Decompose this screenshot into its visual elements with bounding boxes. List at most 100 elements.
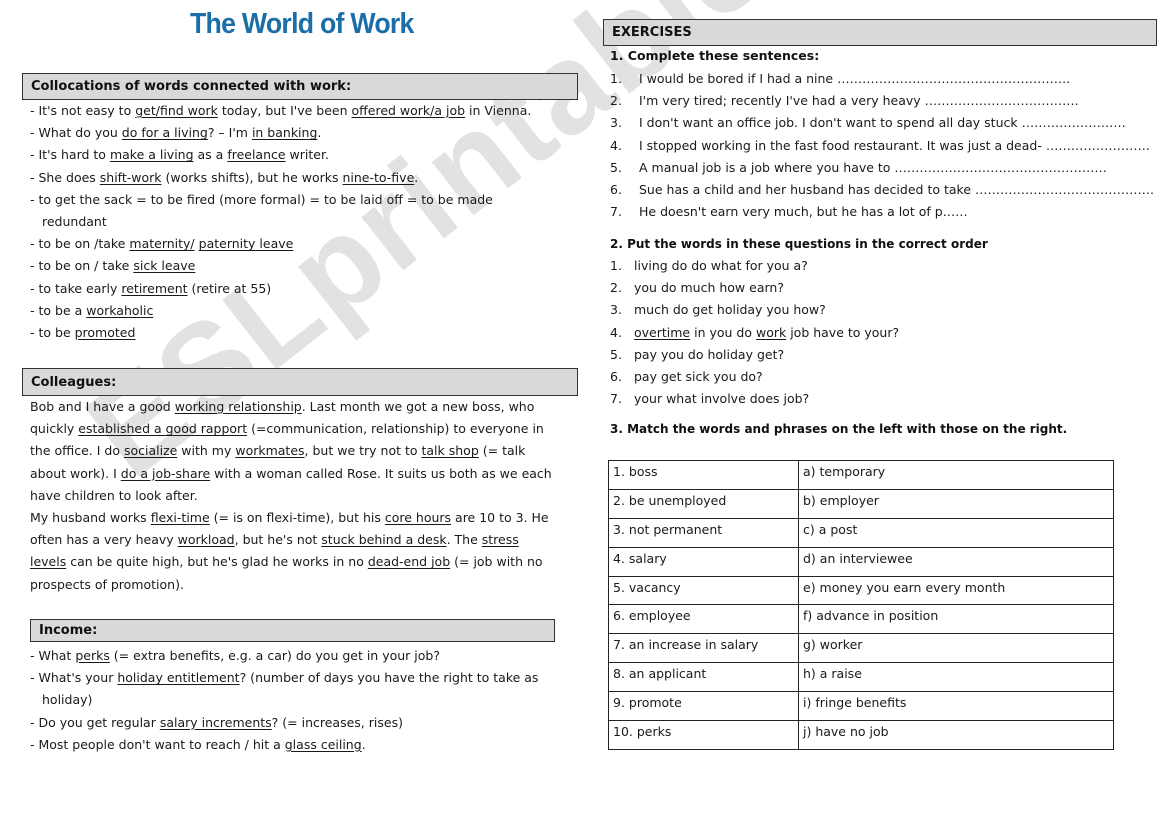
item-number: 3. (610, 302, 622, 318)
sentence-text: A manual job is a job where you have to … (639, 159, 1107, 175)
key-term: workaholic (86, 302, 154, 318)
text-segment: - to be on / take (30, 258, 134, 274)
question-text: much do get holiday you how? (634, 299, 826, 321)
exercise-1-heading: 1. Complete these sentences: (610, 48, 820, 63)
text-segment: with my (177, 443, 236, 459)
text-segment: . (414, 169, 419, 185)
item-number: 1. (610, 71, 622, 86)
key-term: stuck behind a desk (321, 532, 447, 548)
text-line: the office. I do socialize with my workm… (30, 440, 552, 462)
text-line: prospects of promotion). (30, 574, 552, 596)
item-number: 3. (610, 115, 622, 131)
item-number: 2. (610, 93, 622, 109)
table-row: 2. be unemployed b) employer (608, 488, 1114, 519)
question-item: 1. living do do what for you a? (610, 255, 899, 277)
match-right-cell: f) advance in position (798, 604, 1114, 635)
exercise-1-list: 1. I would be bored if I had a nine ……………… (610, 68, 1154, 223)
text-line: - What do you do for a living? – I'm in … (30, 122, 531, 144)
text-segment: , but we try not to (304, 443, 422, 459)
text-segment: ? (number of days you have the right to … (239, 670, 539, 686)
colleagues-paragraph: Bob and I have a good working relationsh… (30, 396, 552, 596)
sentence-item: 4. I stopped working in the fast food res… (610, 135, 1154, 157)
key-term: holiday entitlement (117, 670, 240, 686)
item-number: 4. (610, 324, 622, 340)
item-number: 1. (610, 258, 622, 273)
text-line: redundant (30, 211, 531, 233)
text-segment: in you do (690, 324, 756, 340)
question-text: overtime in you do work job have to your… (634, 322, 899, 344)
table-row: 9. promote i) fringe benefits (608, 691, 1114, 722)
text-segment: today, but I've been (217, 103, 352, 118)
question-item: 4. overtime in you do work job have to yo… (610, 322, 899, 344)
item-number: 7. (610, 204, 622, 220)
key-term: maternity/ (129, 236, 195, 252)
exercises-header-text: EXERCISES (612, 25, 692, 40)
match-left-cell: 1. boss (608, 460, 799, 490)
sentence-item: 1. I would be bored if I had a nine ……………… (610, 68, 1154, 90)
text-segment: ? (= increases, rises) (271, 714, 403, 730)
text-segment: - to get the sack = to be fired (more fo… (30, 191, 493, 207)
sentence-item: 7. He doesn't earn very much, but he has … (610, 201, 1154, 223)
text-segment: - to take early (30, 280, 122, 296)
key-term: nine-to-five (342, 169, 415, 185)
key-term: levels (30, 554, 67, 570)
key-term: retirement (121, 280, 188, 296)
text-segment: your what involve does job? (634, 391, 810, 407)
key-term: shift-work (99, 169, 162, 185)
table-row: 7. an increase in salary g) worker (608, 633, 1114, 664)
text-segment: (retire at 55) (187, 280, 272, 296)
key-term: established a good rapport (78, 421, 248, 437)
text-line: - Most people don't want to reach / hit … (30, 734, 538, 756)
text-line: - She does shift-work (works shifts), bu… (30, 167, 531, 189)
text-segment: pay get sick you do? (634, 369, 763, 385)
key-term: talk shop (421, 443, 479, 459)
text-line: - to be a workaholic (30, 300, 531, 322)
sentence-text: He doesn't earn very much, but he has a … (639, 204, 968, 220)
text-line: - to get the sack = to be fired (more fo… (30, 189, 531, 211)
key-term: workmates (235, 443, 305, 459)
match-left-cell: 3. not permanent (608, 517, 799, 548)
text-line: Bob and I have a good working relationsh… (30, 396, 552, 418)
text-segment: - It's hard to (30, 147, 110, 163)
question-item: 6. pay get sick you do? (610, 366, 899, 388)
income-header: Income: (30, 619, 555, 642)
key-term: make a living (109, 147, 194, 163)
text-segment: (= job with no (450, 554, 543, 570)
match-left-cell: 6. employee (608, 604, 799, 635)
exercises-header: EXERCISES (603, 19, 1157, 46)
text-line: levels can be quite high, but he's glad … (30, 551, 552, 573)
match-left-cell: 4. salary (608, 546, 799, 577)
key-term: freelance (227, 147, 286, 163)
key-term: do for a living (121, 125, 208, 141)
table-row: 5. vacancy e) money you earn every month (608, 575, 1114, 606)
exercise-2-heading: 2. Put the words in these questions in t… (610, 237, 988, 251)
question-item: 7. your what involve does job? (610, 388, 899, 410)
sentence-item: 5. A manual job is a job where you have t… (610, 157, 1154, 179)
text-line: My husband works flexi-time (= is on fle… (30, 507, 552, 529)
text-segment: writer. (285, 147, 329, 163)
match-right-cell: i) fringe benefits (798, 691, 1114, 722)
text-line: have children to look after. (30, 485, 552, 507)
text-line: about work). I do a job-share with a wom… (30, 463, 552, 485)
match-left-cell: 2. be unemployed (608, 488, 799, 519)
sentence-text: I stopped working in the fast food resta… (639, 137, 1150, 153)
text-segment: . The (446, 532, 482, 548)
page-title: The World of Work (190, 8, 414, 40)
text-segment: - She does (30, 169, 100, 185)
text-segment: (works shifts), but he works (161, 169, 343, 185)
key-term: working relationship (174, 399, 302, 414)
text-line: often has a very heavy workload, but he'… (30, 529, 552, 551)
table-row: 10. perks j) have no job (608, 720, 1114, 750)
text-segment: living do do what for you a? (634, 258, 808, 273)
key-term: glass ceiling (284, 736, 362, 752)
text-segment: holiday) (42, 692, 93, 708)
text-segment: job have to your? (786, 324, 900, 340)
key-term: offered work/a job (351, 103, 466, 118)
sentence-item: 2. I'm very tired; recently I've had a ve… (610, 90, 1154, 112)
text-segment: - What do you (30, 125, 122, 141)
key-term: do a job-share (120, 465, 211, 481)
sentence-item: 3. I don't want an office job. I don't wa… (610, 112, 1154, 134)
text-segment: - Most people don't want to reach / hit … (30, 736, 285, 752)
text-line: - to be on /take maternity/ paternity le… (30, 233, 531, 255)
collocations-header-text: Collocations of words connected with wor… (31, 79, 352, 94)
